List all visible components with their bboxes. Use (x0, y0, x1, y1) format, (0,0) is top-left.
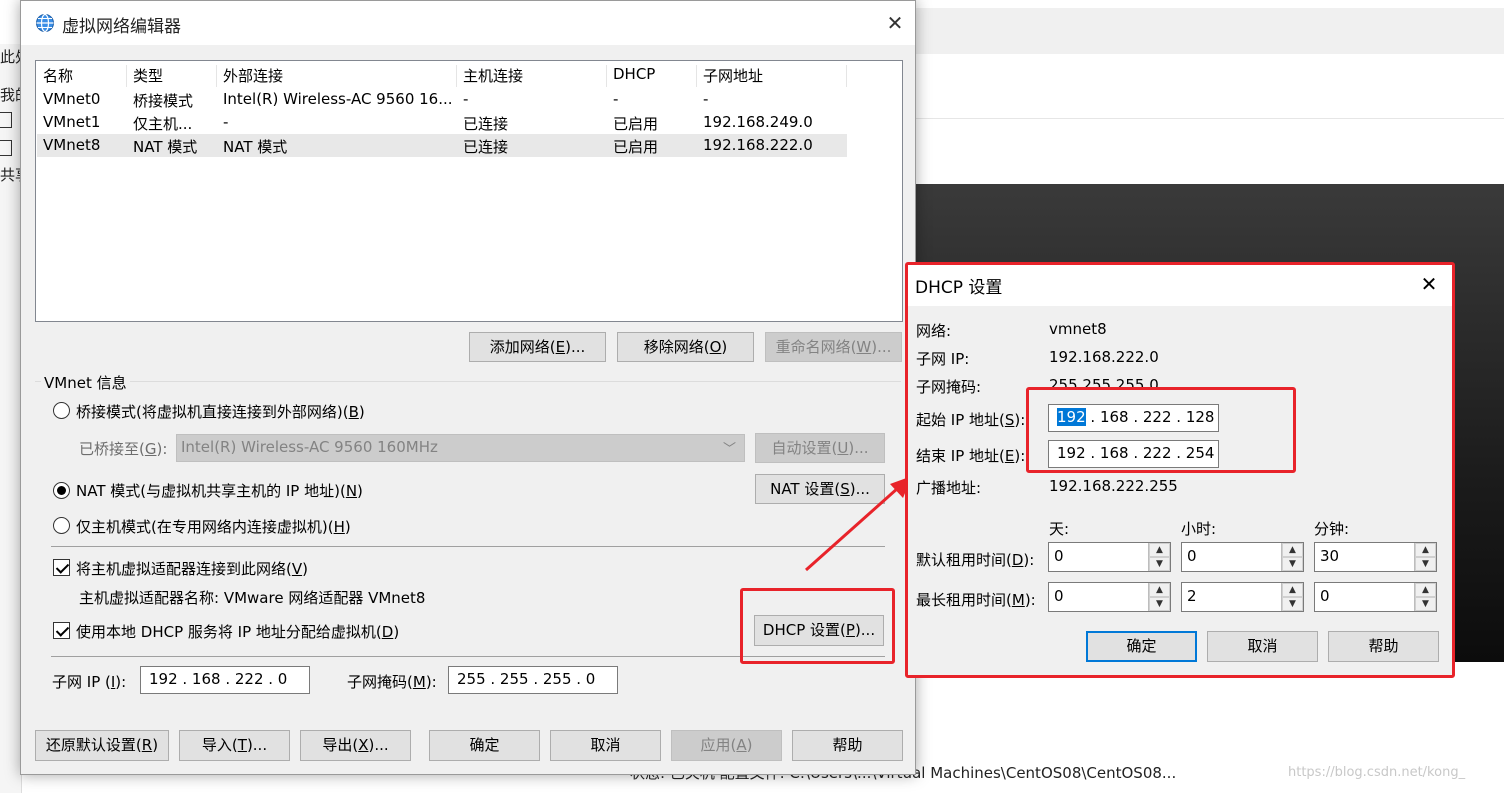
host-only-label: 仅主机模式(在专用网络内连接虚拟机)(H) (76, 518, 351, 536)
vmnet-info-label: VMnet 信息 (41, 372, 130, 393)
cell-type: 桥接模式 (133, 92, 194, 110)
column-header-dhcp[interactable]: DHCP (607, 65, 697, 87)
cell-subnet: - (703, 90, 709, 108)
background-folder-icon (0, 112, 12, 128)
cell-type: 仅主机... (133, 115, 193, 133)
globe-icon (36, 13, 54, 33)
cell-name: VMnet1 (43, 113, 101, 131)
ok-button[interactable]: 确定 (429, 730, 540, 761)
cancel-button[interactable]: 取消 (550, 730, 661, 761)
cell-type: NAT 模式 (133, 138, 198, 156)
subnet-ip-label: 子网 IP (I): (52, 673, 127, 691)
cell-host: 已连接 (463, 115, 509, 133)
cell-external: Intel(R) Wireless-AC 9560 16... (223, 90, 453, 108)
nat-mode-radio[interactable] (53, 482, 70, 499)
background-sidebar-text: 此处 (0, 48, 22, 66)
cell-external: - (223, 113, 229, 131)
cell-external: NAT 模式 (223, 138, 288, 156)
restore-defaults-button[interactable]: 还原默认设置(R) (35, 730, 169, 761)
column-header-type[interactable]: 类型 (127, 65, 217, 87)
help-button[interactable]: 帮助 (792, 730, 903, 761)
network-list-table[interactable]: 名称 类型 外部连接 主机连接 DHCP 子网地址 VMnet0 桥接模式 In… (35, 60, 903, 322)
table-row[interactable]: VMnet0 桥接模式 Intel(R) Wireless-AC 9560 16… (37, 88, 847, 111)
bridge-mode-radio[interactable] (53, 402, 70, 419)
remove-network-button[interactable]: 移除网络(O) (617, 332, 754, 362)
cell-name: VMnet0 (43, 90, 101, 108)
column-header-external[interactable]: 外部连接 (217, 65, 457, 87)
adapter-name-text: 主机虚拟适配器名称: VMware 网络适配器 VMnet8 (79, 589, 426, 607)
main-titlebar: 虚拟网络编辑器 ✕ (21, 1, 915, 45)
column-header-subnet[interactable]: 子网地址 (697, 65, 847, 87)
export-button[interactable]: 导出(X)... (300, 730, 411, 761)
table-row-selected[interactable]: VMnet8 NAT 模式 NAT 模式 已连接 已启用 192.168.222… (37, 134, 847, 157)
host-only-radio[interactable] (53, 517, 70, 534)
dialog-title: 虚拟网络编辑器 (62, 17, 181, 37)
divider (51, 546, 885, 547)
cell-host: - (463, 90, 469, 108)
column-header-name[interactable]: 名称 (37, 65, 127, 87)
bridge-mode-label: 桥接模式(将虚拟机直接连接到外部网络)(B) (76, 403, 365, 421)
bridged-to-label: 已桥接至(G): (79, 440, 168, 458)
cell-subnet: 192.168.222.0 (703, 136, 813, 154)
rename-network-button[interactable]: 重命名网络(W)... (765, 332, 902, 362)
cell-host: 已连接 (463, 138, 509, 156)
chevron-down-icon: ﹀ (722, 442, 736, 457)
table-row[interactable]: VMnet1 仅主机... - 已连接 已启用 192.168.249.0 (37, 111, 847, 134)
cell-dhcp: - (613, 90, 619, 108)
subnet-ip-input[interactable]: 192 . 168 . 222 . 0 (140, 666, 310, 694)
bridged-to-select[interactable]: Intel(R) Wireless-AC 9560 160MHz ﹀ (176, 434, 745, 462)
local-dhcp-checkbox[interactable] (53, 622, 70, 639)
apply-button[interactable]: 应用(A) (671, 730, 782, 761)
import-button[interactable]: 导入(T)... (179, 730, 290, 761)
background-toolbar (915, 8, 1504, 54)
nat-mode-label: NAT 模式(与虚拟机共享主机的 IP 地址)(N) (76, 482, 363, 500)
local-dhcp-label: 使用本地 DHCP 服务将 IP 地址分配给虚拟机(D) (76, 623, 400, 641)
connect-adapter-checkbox[interactable] (53, 559, 70, 576)
subnet-mask-input[interactable]: 255 . 255 . 255 . 0 (448, 666, 618, 694)
cell-dhcp: 已启用 (613, 115, 659, 133)
connect-adapter-label: 将主机虚拟适配器连接到此网络(V) (76, 560, 308, 578)
background-folder-icon (0, 140, 12, 156)
auto-settings-button[interactable]: 自动设置(U)... (755, 433, 885, 463)
cell-dhcp: 已启用 (613, 138, 659, 156)
cell-name: VMnet8 (43, 136, 101, 154)
annotation-arrow-icon (805, 476, 912, 572)
add-network-button[interactable]: 添加网络(E)... (469, 332, 606, 362)
highlight-box-ip-range (1026, 387, 1296, 473)
close-icon[interactable]: ✕ (883, 11, 907, 35)
column-header-host[interactable]: 主机连接 (457, 65, 607, 87)
watermark: https://blog.csdn.net/kong_ (1288, 765, 1466, 780)
cell-subnet: 192.168.249.0 (703, 113, 813, 131)
highlight-box-dhcp-button (740, 588, 895, 664)
background-sidebar-text: 共享 (0, 166, 22, 184)
subnet-mask-label: 子网掩码(M): (347, 673, 437, 691)
background-sidebar: 此处 我的 共享 (0, 44, 22, 793)
background-sidebar-text: 我的 (0, 86, 22, 104)
background-divider (915, 118, 1504, 119)
